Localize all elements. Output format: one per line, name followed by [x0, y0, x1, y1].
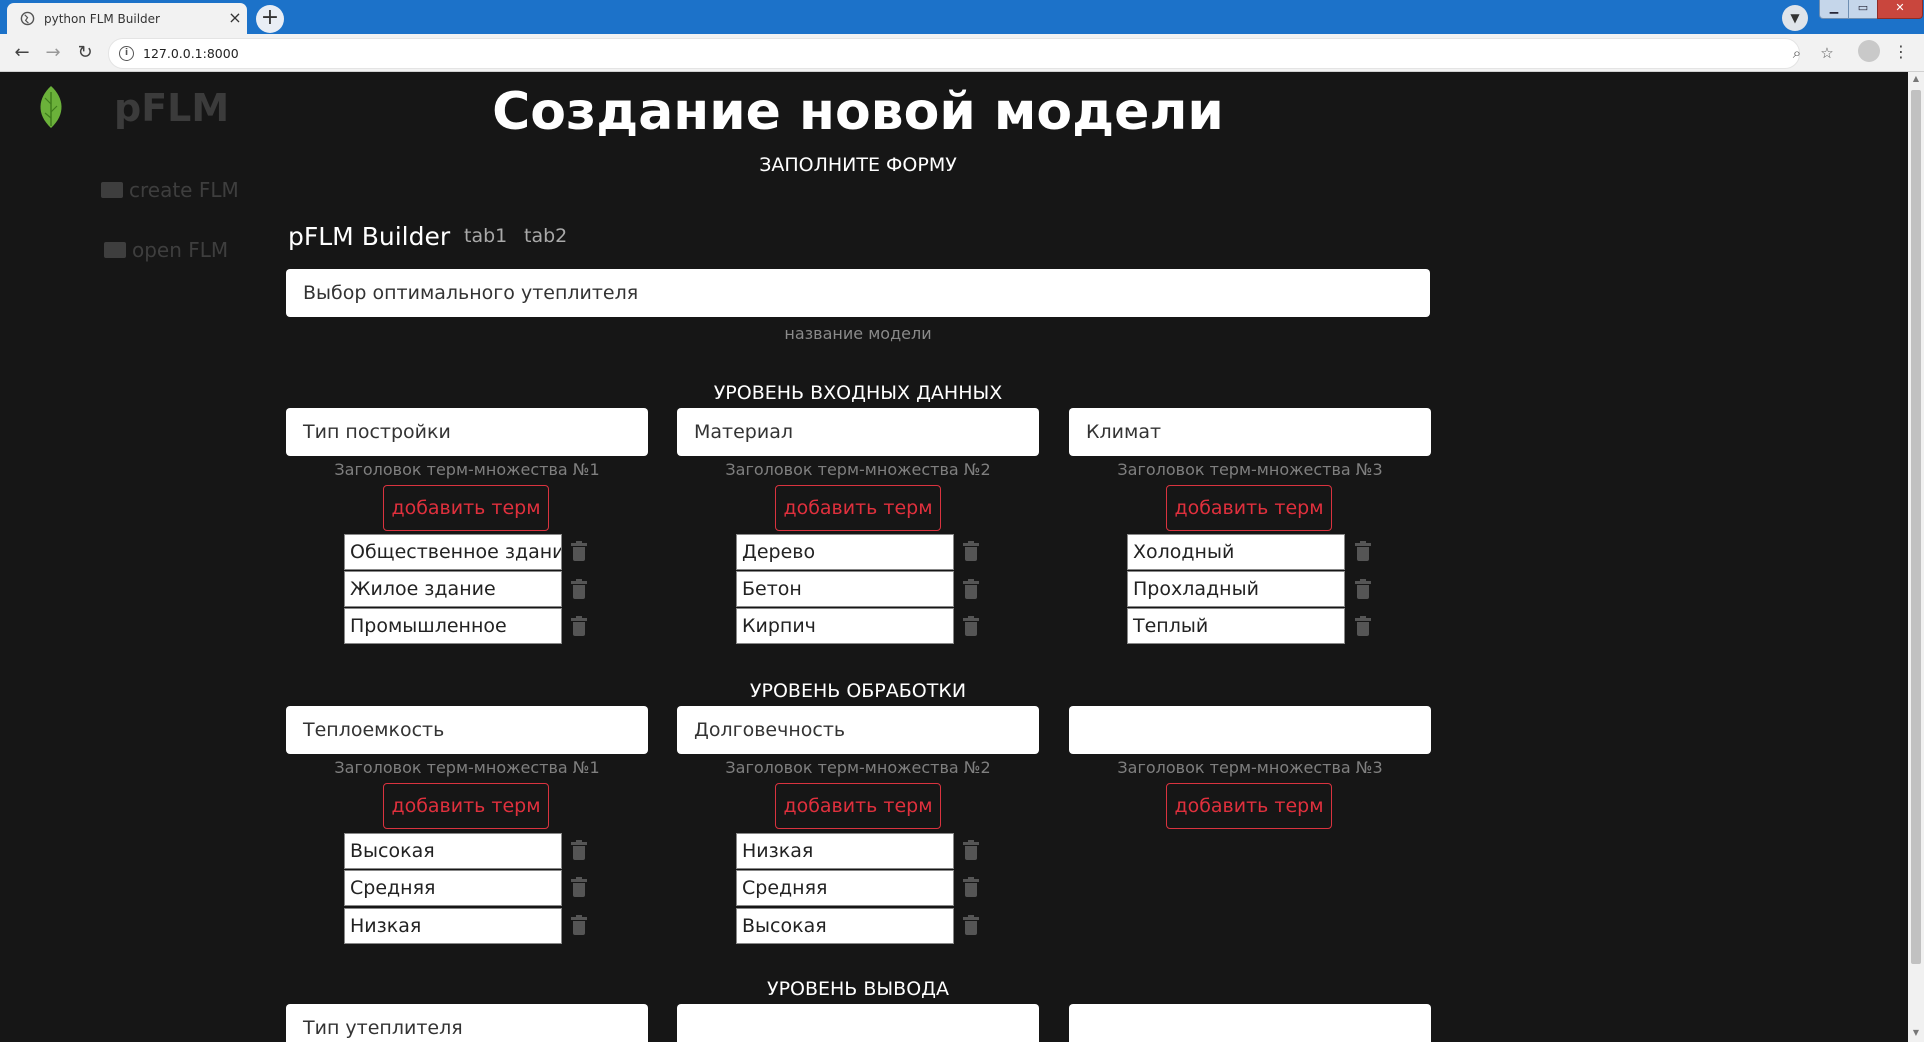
- url-text[interactable]: 127.0.0.1:8000: [143, 46, 239, 61]
- level-title-output: УРОВЕНЬ ВЫВОДА: [766, 978, 950, 1000]
- add-term-button[interactable]: добавить терм: [1166, 783, 1332, 829]
- add-term-button[interactable]: добавить терм: [383, 783, 549, 829]
- trash-icon[interactable]: [963, 840, 979, 861]
- level-title-input: УРОВЕНЬ ВХОДНЫХ ДАННЫХ: [713, 382, 1003, 404]
- model-name-hint: название модели: [784, 324, 932, 343]
- info-icon[interactable]: i: [119, 46, 134, 61]
- page-scrollbar[interactable]: ▲ ▼: [1908, 72, 1924, 1042]
- term-input[interactable]: Кирпич: [736, 608, 954, 644]
- term-set-title-input[interactable]: Климат: [1069, 408, 1431, 456]
- back-arrow-icon[interactable]: ←: [9, 40, 35, 66]
- bookmark-star-icon[interactable]: ☆: [1816, 42, 1838, 64]
- browser-toolbar: ← → ↻ i 127.0.0.1:8000 ⌕ ☆: [0, 34, 1924, 72]
- term-input[interactable]: Холодный: [1127, 534, 1345, 570]
- sidebar-item-label: create FLM: [129, 178, 239, 202]
- term-input[interactable]: Низкая: [736, 833, 954, 869]
- add-term-button[interactable]: добавить терм: [383, 485, 549, 531]
- tab-tab1[interactable]: tab1: [464, 225, 507, 247]
- trash-icon[interactable]: [963, 616, 979, 637]
- globe-icon: [20, 11, 35, 26]
- tab-title: python FLM Builder: [44, 12, 160, 26]
- tab-close-icon[interactable]: ×: [226, 8, 244, 28]
- maximize-button[interactable]: ▭: [1848, 0, 1878, 19]
- sidebar-item-label: open FLM: [132, 238, 229, 262]
- account-icon[interactable]: [1858, 40, 1880, 62]
- trash-icon[interactable]: [571, 840, 587, 861]
- model-name-input[interactable]: Выбор оптимального утеплителя: [286, 269, 1430, 317]
- term-input[interactable]: Общественное здание: [344, 534, 562, 570]
- minimize-button[interactable]: ▁: [1819, 0, 1849, 19]
- term-set-title-input[interactable]: Тип постройки: [286, 408, 648, 456]
- builder-title: pFLM Builder: [288, 222, 451, 251]
- term-input[interactable]: Средняя: [736, 870, 954, 906]
- term-set-hint: Заголовок терм-множества №1: [334, 460, 600, 479]
- term-input[interactable]: Высокая: [344, 833, 562, 869]
- kebab-menu-icon[interactable]: ⋮: [1893, 43, 1909, 61]
- term-set-title-input[interactable]: Долговечность: [677, 706, 1039, 754]
- term-set-hint: Заголовок терм-множества №2: [725, 758, 991, 777]
- forward-arrow-icon[interactable]: →: [40, 40, 66, 66]
- chevron-down-icon[interactable]: ▼: [1782, 5, 1808, 31]
- sidebar-item-open-flm[interactable]: open FLM: [104, 238, 228, 262]
- trash-icon[interactable]: [571, 579, 587, 600]
- term-input[interactable]: Жилое здание: [344, 571, 562, 607]
- scroll-down-arrow-icon[interactable]: ▼: [1911, 1028, 1921, 1040]
- term-set-title-input[interactable]: [1069, 1004, 1431, 1042]
- trash-icon[interactable]: [571, 616, 587, 637]
- term-input[interactable]: Высокая: [736, 908, 954, 944]
- add-term-button[interactable]: добавить терм: [775, 485, 941, 531]
- term-set-title-input[interactable]: [677, 1004, 1039, 1042]
- address-bar[interactable]: i 127.0.0.1:8000 ⌕ ☆: [108, 38, 1834, 69]
- trash-icon[interactable]: [963, 579, 979, 600]
- zoom-icon[interactable]: ⌕: [1786, 42, 1808, 64]
- scroll-up-arrow-icon[interactable]: ▲: [1911, 74, 1921, 86]
- tab-tab2[interactable]: tab2: [524, 225, 567, 247]
- new-tab-button[interactable]: +: [256, 5, 284, 33]
- trash-icon[interactable]: [963, 541, 979, 562]
- term-input[interactable]: Промышленное: [344, 608, 562, 644]
- reload-icon[interactable]: ↻: [72, 40, 98, 66]
- term-set-hint: Заголовок терм-множества №1: [334, 758, 600, 777]
- browser-tab[interactable]: python FLM Builder ×: [7, 3, 247, 34]
- level-title-processing: УРОВЕНЬ ОБРАБОТКИ: [749, 680, 967, 702]
- sidebar-item-create-flm[interactable]: create FLM: [101, 178, 239, 202]
- trash-icon[interactable]: [1355, 541, 1371, 562]
- term-input[interactable]: Средняя: [344, 870, 562, 906]
- page-content: pFLM create FLM open FLM Создание новой …: [0, 72, 1908, 1042]
- add-term-button[interactable]: добавить терм: [775, 783, 941, 829]
- close-window-button[interactable]: ✕: [1877, 0, 1923, 19]
- browser-tabstrip: python FLM Builder × + ▼ ▁ ▭ ✕: [0, 0, 1924, 34]
- trash-icon[interactable]: [1355, 616, 1371, 637]
- trash-icon[interactable]: [963, 877, 979, 898]
- term-set-hint: Заголовок терм-множества №2: [725, 460, 991, 479]
- scrollbar-thumb[interactable]: [1911, 90, 1921, 964]
- add-term-button[interactable]: добавить терм: [1166, 485, 1332, 531]
- term-set-title-input[interactable]: Тип утеплителя: [286, 1004, 648, 1042]
- folder-open-icon: [104, 242, 126, 258]
- trash-icon[interactable]: [571, 541, 587, 562]
- term-set-hint: Заголовок терм-множества №3: [1117, 460, 1383, 479]
- trash-icon[interactable]: [571, 915, 587, 936]
- term-set-title-input[interactable]: [1069, 706, 1431, 754]
- term-set-title-input[interactable]: Теплоемкость: [286, 706, 648, 754]
- term-set-title-input[interactable]: Материал: [677, 408, 1039, 456]
- trash-icon[interactable]: [571, 877, 587, 898]
- term-input[interactable]: Прохладный: [1127, 571, 1345, 607]
- term-input[interactable]: Дерево: [736, 534, 954, 570]
- term-set-hint: Заголовок терм-множества №3: [1117, 758, 1383, 777]
- term-input[interactable]: Низкая: [344, 908, 562, 944]
- trash-icon[interactable]: [963, 915, 979, 936]
- term-input[interactable]: Теплый: [1127, 608, 1345, 644]
- trash-icon[interactable]: [1355, 579, 1371, 600]
- term-input[interactable]: Бетон: [736, 571, 954, 607]
- page-subtitle: ЗАПОЛНИТЕ ФОРМУ: [759, 154, 957, 176]
- page-title: Создание новой модели: [492, 82, 1224, 142]
- folder-plus-icon: [101, 182, 123, 198]
